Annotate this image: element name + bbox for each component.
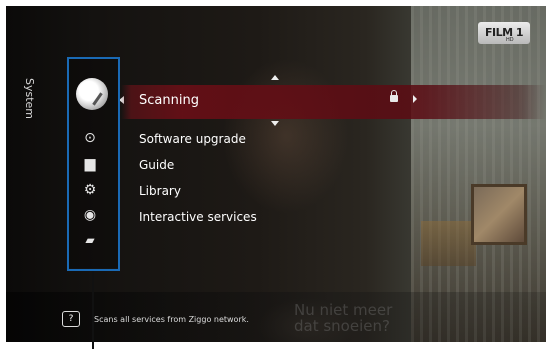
background-subtitle: Nu niet meer dat snoeien?	[294, 301, 393, 335]
channel-logo: FILM 1	[478, 22, 530, 44]
scroll-down-icon[interactable]	[271, 121, 279, 126]
annotation-pointer-line	[92, 271, 94, 349]
menu-item-library[interactable]: Library	[139, 184, 181, 198]
lock-icon	[390, 90, 398, 102]
help-icon: ?	[62, 311, 80, 327]
annotation-highlight-box	[67, 57, 120, 271]
help-text: Scans all services from Ziggo network.	[94, 315, 249, 324]
channel-logo-hd: HD	[506, 37, 514, 43]
menu-item-software-upgrade[interactable]: Software upgrade	[139, 132, 246, 146]
help-bar	[6, 292, 546, 342]
video-scene-photo-frame	[471, 184, 527, 245]
video-scene-objects	[421, 221, 476, 266]
menu-item-interactive-services[interactable]: Interactive services	[139, 210, 257, 224]
scroll-up-icon[interactable]	[271, 75, 279, 80]
chevron-right-icon[interactable]	[413, 95, 417, 103]
section-label: System	[23, 78, 36, 120]
menu-item-guide[interactable]: Guide	[139, 158, 174, 172]
menu-item-scanning[interactable]: Scanning	[139, 93, 199, 108]
